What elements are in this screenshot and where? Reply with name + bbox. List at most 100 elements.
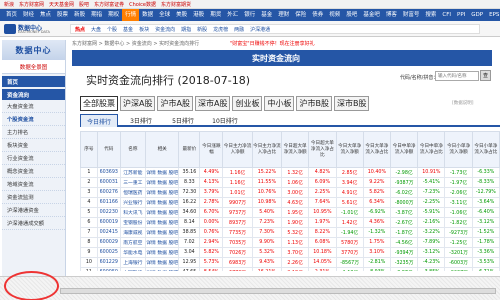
cell-code[interactable]: 603693 [96, 167, 121, 178]
cell-links[interactable]: 详情 数据 股吧 [144, 177, 180, 188]
cell-code[interactable]: 002230 [96, 207, 121, 218]
quote-link[interactable]: 新股 [197, 26, 207, 33]
data-description-link[interactable]: [数据说明] [452, 100, 474, 106]
cell-name[interactable]: 宝钢股份 [119, 217, 146, 228]
market-tab[interactable]: 沪市B股 [296, 96, 332, 111]
search-button[interactable]: 查 [480, 70, 491, 81]
top-link[interactable]: Choice数据 [129, 1, 156, 8]
column-header[interactable]: 今日大单净流入净额 [335, 131, 364, 168]
cell-name[interactable]: 科大讯飞 [119, 207, 146, 218]
period-tab[interactable]: 5日排行 [164, 114, 202, 127]
nav-item[interactable]: 股吧 [343, 9, 360, 21]
cell-code[interactable]: 601166 [96, 197, 121, 208]
nav-item[interactable]: 期权 [105, 9, 122, 21]
cell-links[interactable]: 详情 数据 股吧 [144, 267, 180, 271]
column-header[interactable]: 今日中单净流入净占比 [417, 131, 446, 168]
nav-item[interactable]: 港股 [190, 9, 207, 21]
column-header[interactable]: 最新价 [178, 131, 201, 168]
nav-item[interactable]: 期货 [207, 9, 224, 21]
sidebar-data-overview-link[interactable]: 数据全景图 [2, 60, 65, 74]
nav-item[interactable]: 期指 [88, 9, 105, 21]
nav-item[interactable]: 财富号 [400, 9, 423, 21]
market-tab[interactable]: 深市B股 [333, 96, 370, 111]
nav-item[interactable]: 银行 [241, 9, 258, 21]
cell-code[interactable]: 600019 [96, 217, 121, 228]
table-row[interactable]: 8 600029 南方航空 详情 数据 股吧 7.02 2.94% 7035万 9.90% 1.… [80, 237, 500, 248]
cell-name[interactable]: 中国联通 [119, 267, 146, 271]
cell-links[interactable]: 详情 数据 股吧 [144, 207, 180, 218]
column-header[interactable]: 序号 [80, 131, 98, 168]
period-tab[interactable]: 10日排行 [206, 114, 244, 127]
quote-link[interactable]: 板块 [139, 26, 149, 33]
column-header[interactable]: 今日涨跌幅 [199, 131, 224, 168]
eastmoney-logo-icon[interactable] [4, 24, 16, 34]
cell-name[interactable]: 江苏新能 [119, 167, 146, 178]
cell-links[interactable]: 详情 数据 股吧 [144, 187, 180, 198]
quote-link[interactable]: 大盘 [91, 26, 101, 33]
top-link[interactable]: 东方财富网 [19, 1, 44, 8]
nav-item[interactable]: 股票 [54, 9, 71, 21]
nav-item[interactable]: PPI [454, 9, 468, 21]
market-tab[interactable]: 沪深A股 [120, 96, 156, 111]
cell-links[interactable]: 详情 数据 股吧 [144, 227, 180, 238]
nav-item[interactable]: 债券 [309, 9, 326, 21]
top-link[interactable]: 新浪 [4, 1, 14, 8]
sidebar-item[interactable]: 概念资金流 [2, 165, 65, 178]
cell-name[interactable]: 华能水电 [119, 247, 146, 258]
cell-name[interactable]: 海康威视 [119, 227, 146, 238]
column-header[interactable]: 代码 [96, 131, 121, 168]
quote-link[interactable]: 基金 [123, 26, 133, 33]
nav-item[interactable]: 焦点 [37, 9, 54, 21]
column-header[interactable]: 今日大单净流入净占比 [362, 131, 391, 168]
nav-item[interactable]: GDP [468, 9, 486, 21]
table-row[interactable]: 9 600025 华能水电 详情 数据 股吧 3.04 5.82% 7026万 5.32% 3.… [80, 247, 500, 258]
quote-link[interactable]: 龙虎榜 [213, 26, 228, 33]
sidebar-item[interactable]: 沪深港通成交额 [2, 217, 65, 230]
stock-search-input[interactable] [435, 71, 479, 81]
nav-item[interactable]: 外汇 [224, 9, 241, 21]
table-row[interactable]: 5 002230 科大讯飞 详情 数据 股吧 34.60 6.70% 9737万 5.40% 1… [80, 207, 500, 218]
sidebar-section-home[interactable]: 首页 [2, 76, 65, 87]
table-row[interactable]: 2 600031 三一重工 详情 数据 股吧 8.33 4.13% 1.16亿 11.55% 1… [80, 177, 500, 188]
cell-code[interactable]: 600276 [96, 187, 121, 198]
sidebar-item[interactable]: 地域资金流 [2, 178, 65, 191]
column-header[interactable]: 相关 [144, 131, 180, 168]
sidebar-item[interactable]: 沪深港通资金 [2, 204, 65, 217]
nav-item[interactable]: 搜索 [422, 9, 439, 21]
top-link[interactable]: 东方财富证券 [94, 1, 124, 8]
table-row[interactable]: 1 603693 江苏新能 详情 数据 股吧 35.16 4.49% 1.16亿 15.22%… [80, 167, 500, 178]
cell-code[interactable]: 600050 [96, 267, 121, 271]
nav-item[interactable]: CFI [439, 9, 454, 21]
nav-item[interactable]: 视频 [326, 9, 343, 21]
quote-link[interactable]: 期指 [181, 26, 191, 33]
cell-code[interactable]: 600025 [96, 247, 121, 258]
market-tab[interactable]: 中小板 [264, 96, 295, 111]
sidebar-item[interactable]: 大盘资金流 [2, 100, 65, 113]
cell-links[interactable]: 详情 数据 股吧 [144, 197, 180, 208]
nav-item[interactable]: 基金 [258, 9, 275, 21]
quote-link[interactable]: 沪深港通 [250, 26, 270, 33]
nav-item[interactable]: 首页 [3, 9, 20, 21]
sidebar-item[interactable]: 行业资金流 [2, 152, 65, 165]
sidebar-item[interactable]: 资金流监测 [2, 191, 65, 204]
top-link[interactable]: 天天基金网 [49, 1, 74, 8]
top-link[interactable]: 股吧 [79, 1, 89, 8]
cell-links[interactable]: 详情 数据 股吧 [144, 217, 180, 228]
horizontal-scrollbar[interactable] [60, 288, 496, 294]
promo-link[interactable]: "财富宝"日赚钱不停！现在注册享好礼 [230, 40, 315, 47]
cell-name[interactable]: 恒瑞医药 [119, 187, 146, 198]
table-row[interactable]: 6 600019 宝钢股份 详情 数据 股吧 8.14 0.00% 8937万 7.23% 1.… [80, 217, 500, 228]
column-header[interactable]: 今日小单净流入净占比 [471, 131, 500, 168]
column-header[interactable]: 今日超大单净流入净占比 [308, 131, 337, 168]
cell-links[interactable]: 详情 数据 股吧 [144, 257, 180, 268]
period-tab[interactable]: 3日排行 [122, 114, 160, 127]
market-tab[interactable]: 沪市A股 [157, 96, 193, 111]
nav-item[interactable]: 财经 [20, 9, 37, 21]
cell-name[interactable]: 兴业银行 [119, 197, 146, 208]
period-tab[interactable]: 今日排行 [80, 114, 118, 127]
nav-item[interactable]: 理财 [275, 9, 292, 21]
column-header[interactable]: 今日主力净流入净额 [222, 131, 253, 168]
top-link[interactable]: 东方财富期货 [161, 1, 191, 8]
column-header[interactable]: 今日小单净流入净额 [444, 131, 473, 168]
quote-link[interactable]: 两融 [234, 26, 244, 33]
